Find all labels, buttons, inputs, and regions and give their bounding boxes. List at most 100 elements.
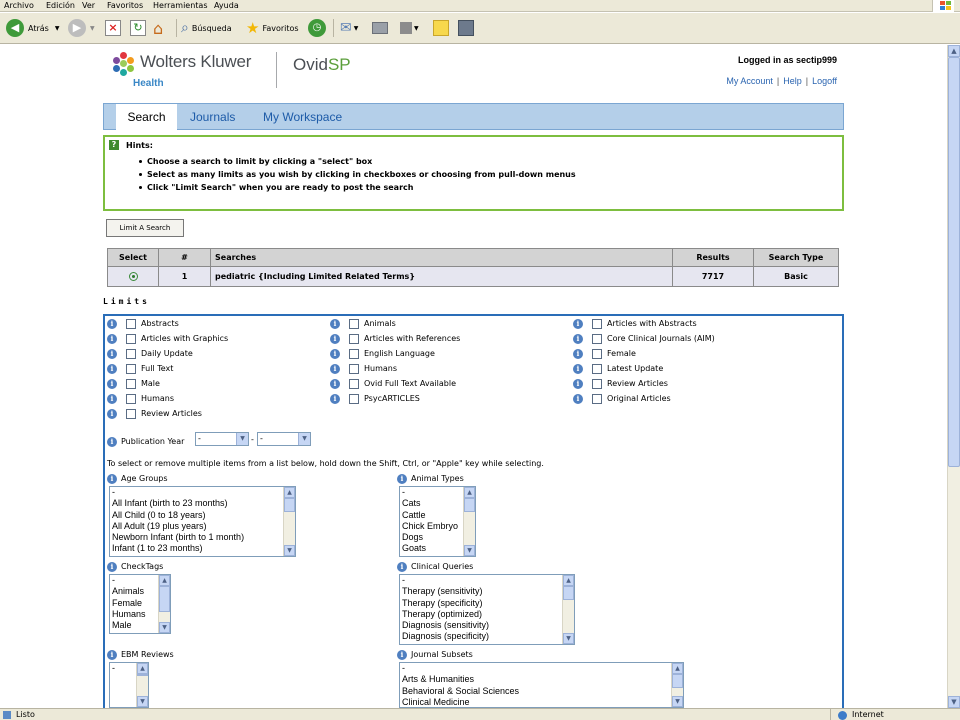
scroll-up-icon[interactable]: ▲ — [672, 663, 683, 674]
info-icon[interactable]: i — [107, 649, 117, 660]
info-icon[interactable]: i — [573, 348, 583, 359]
scroll-down-icon[interactable]: ▼ — [948, 696, 960, 708]
list-option[interactable]: Therapy (specificity) — [400, 598, 574, 609]
notes-button[interactable] — [433, 17, 449, 39]
scroll-down-icon[interactable]: ▼ — [284, 545, 295, 556]
info-icon[interactable]: i — [573, 363, 583, 374]
refresh-button[interactable]: ↻ — [130, 17, 146, 39]
scroll-thumb[interactable] — [284, 498, 295, 512]
info-icon[interactable]: i — [107, 436, 117, 447]
scroll-up-icon[interactable]: ▲ — [159, 575, 170, 586]
print-button[interactable] — [372, 17, 388, 39]
info-icon[interactable]: i — [107, 393, 117, 404]
menu-ver[interactable]: Ver — [82, 0, 95, 11]
history-button[interactable]: ◷ — [308, 17, 326, 39]
animal-types-listbox[interactable]: - Cats Cattle Chick Embryo Dogs Goats ▲ ▼ — [399, 486, 476, 557]
scroll-thumb[interactable] — [159, 586, 170, 612]
info-icon[interactable]: i — [573, 318, 583, 329]
limit-checkbox[interactable] — [592, 318, 602, 329]
list-option[interactable]: Arts & Humanities — [400, 674, 683, 685]
list-option[interactable]: Newborn Infant (birth to 1 month) — [110, 532, 295, 543]
my-account-link[interactable]: My Account — [726, 76, 773, 86]
limit-checkbox[interactable] — [126, 378, 136, 389]
menu-ayuda[interactable]: Ayuda — [214, 0, 239, 11]
info-icon[interactable]: i — [330, 348, 340, 359]
menu-edicion[interactable]: Edición — [46, 0, 75, 11]
limit-checkbox[interactable] — [126, 333, 136, 344]
info-icon[interactable]: i — [107, 333, 117, 344]
info-icon[interactable]: i — [330, 363, 340, 374]
info-icon[interactable]: i — [107, 473, 117, 484]
help-link[interactable]: Help — [783, 76, 802, 86]
limit-checkbox[interactable] — [592, 363, 602, 374]
back-dropdown-icon[interactable]: ▼ — [55, 25, 60, 32]
limit-checkbox[interactable] — [349, 363, 359, 374]
tab-my-workspace[interactable]: My Workspace — [263, 104, 342, 130]
info-icon[interactable]: i — [107, 348, 117, 359]
scroll-down-icon[interactable]: ▼ — [672, 696, 683, 707]
scroll-thumb[interactable] — [672, 674, 683, 688]
listbox-scrollbar[interactable]: ▲ ▼ — [136, 663, 148, 707]
scroll-up-icon[interactable]: ▲ — [137, 663, 148, 674]
list-option[interactable]: Therapy (optimized) — [400, 609, 574, 620]
limit-checkbox[interactable] — [592, 393, 602, 404]
listbox-scrollbar[interactable]: ▲ ▼ — [283, 487, 295, 556]
limit-checkbox[interactable] — [592, 333, 602, 344]
info-icon[interactable]: i — [573, 378, 583, 389]
mail-button[interactable]: ✉ ▼ — [340, 17, 358, 39]
list-option[interactable]: - — [400, 663, 683, 674]
info-icon[interactable]: i — [330, 378, 340, 389]
limit-checkbox[interactable] — [349, 378, 359, 389]
info-icon[interactable]: i — [107, 363, 117, 374]
info-icon[interactable]: i — [330, 318, 340, 329]
limit-checkbox[interactable] — [349, 393, 359, 404]
tab-journals[interactable]: Journals — [190, 104, 235, 130]
edit-button[interactable]: ▼ — [400, 17, 419, 39]
scroll-thumb[interactable] — [137, 674, 148, 676]
listbox-scrollbar[interactable]: ▲ ▼ — [671, 663, 683, 707]
list-option[interactable]: Behavioral & Social Sciences — [400, 686, 683, 697]
scroll-up-icon[interactable]: ▲ — [563, 575, 574, 586]
limit-checkbox[interactable] — [126, 348, 136, 359]
info-icon[interactable]: i — [573, 333, 583, 344]
listbox-scrollbar[interactable]: ▲ ▼ — [158, 575, 170, 633]
limit-checkbox[interactable] — [126, 318, 136, 329]
list-option[interactable]: Infant (1 to 23 months) — [110, 543, 295, 554]
publication-year-from-select[interactable]: - ▼ — [195, 432, 249, 446]
limit-checkbox[interactable] — [592, 348, 602, 359]
list-option[interactable]: - — [110, 487, 295, 498]
list-option[interactable]: Diagnosis (specificity) — [400, 631, 574, 642]
listbox-scrollbar[interactable]: ▲ ▼ — [562, 575, 574, 644]
scroll-down-icon[interactable]: ▼ — [563, 633, 574, 644]
publication-year-to-select[interactable]: - ▼ — [257, 432, 311, 446]
limit-checkbox[interactable] — [126, 408, 136, 419]
scroll-thumb[interactable] — [464, 498, 475, 512]
menu-herramientas[interactable]: Herramientas — [153, 0, 208, 11]
info-icon[interactable]: i — [397, 649, 407, 660]
scroll-down-icon[interactable]: ▼ — [137, 696, 148, 707]
info-icon[interactable]: i — [107, 318, 117, 329]
limit-checkbox[interactable] — [592, 378, 602, 389]
scroll-up-icon[interactable]: ▲ — [464, 487, 475, 498]
age-groups-listbox[interactable]: - All Infant (birth to 23 months) All Chil… — [109, 486, 296, 557]
ebm-reviews-listbox[interactable]: - ▲ ▼ — [109, 662, 149, 708]
tab-search[interactable]: Search — [116, 104, 177, 131]
info-icon[interactable]: i — [107, 408, 117, 419]
favorites-button[interactable]: ★ Favoritos — [246, 17, 299, 39]
info-icon[interactable]: i — [397, 473, 407, 484]
list-option[interactable]: - — [400, 575, 574, 586]
list-option[interactable]: Clinical Medicine — [400, 697, 683, 707]
research-button[interactable] — [458, 17, 474, 39]
info-icon[interactable]: i — [107, 561, 117, 572]
limit-checkbox[interactable] — [126, 393, 136, 404]
info-icon[interactable]: i — [330, 333, 340, 344]
list-option[interactable]: All Infant (birth to 23 months) — [110, 498, 295, 509]
limit-checkbox[interactable] — [349, 318, 359, 329]
listbox-scrollbar[interactable]: ▲ ▼ — [463, 487, 475, 556]
info-icon[interactable]: i — [397, 561, 407, 572]
list-option[interactable]: Therapy (sensitivity) — [400, 586, 574, 597]
page-scrollbar[interactable]: ▲ ▼ — [947, 45, 960, 708]
scroll-thumb[interactable] — [948, 57, 960, 467]
scroll-down-icon[interactable]: ▼ — [159, 622, 170, 633]
list-option[interactable]: Diagnosis (sensitivity) — [400, 620, 574, 631]
